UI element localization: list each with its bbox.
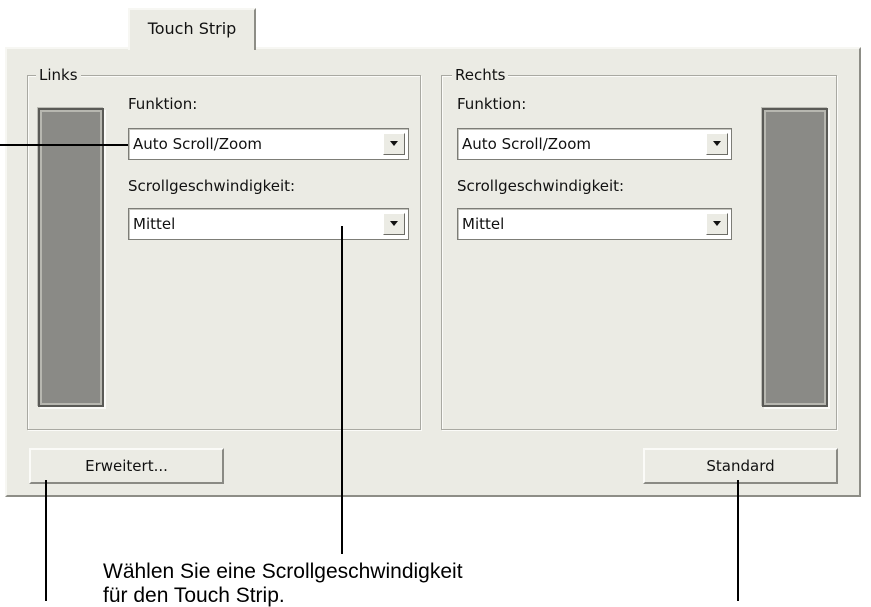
callout-line-default	[737, 480, 739, 601]
caption-line-2: für den Touch Strip.	[103, 584, 285, 607]
chevron-down-icon[interactable]	[383, 213, 405, 235]
left-speed-value: Mittel	[133, 215, 176, 233]
default-button[interactable]: Standard	[643, 448, 838, 484]
right-group-title: Rechts	[452, 66, 509, 84]
left-group-title: Links	[36, 66, 81, 84]
right-function-value: Auto Scroll/Zoom	[462, 135, 592, 153]
left-touch-strip-graphic	[38, 108, 104, 407]
left-speed-dropdown[interactable]: Mittel	[128, 208, 409, 240]
chevron-down-icon[interactable]	[706, 133, 728, 155]
right-speed-label: Scrollgeschwindigkeit:	[457, 177, 625, 195]
callout-line-speed	[341, 226, 343, 554]
left-function-dropdown[interactable]: Auto Scroll/Zoom	[128, 128, 409, 160]
left-speed-label: Scrollgeschwindigkeit:	[128, 177, 296, 195]
callout-line-advanced	[45, 480, 47, 601]
left-function-value: Auto Scroll/Zoom	[133, 135, 263, 153]
right-touch-strip-graphic	[762, 108, 828, 407]
right-function-dropdown[interactable]: Auto Scroll/Zoom	[457, 128, 732, 160]
chevron-down-icon[interactable]	[383, 133, 405, 155]
caption-line-1: Wählen Sie eine Scrollgeschwindigkeit	[103, 560, 463, 583]
right-speed-dropdown[interactable]: Mittel	[457, 208, 732, 240]
advanced-button[interactable]: Erweitert...	[29, 448, 224, 484]
callout-line-function	[0, 144, 128, 146]
right-speed-value: Mittel	[462, 215, 505, 233]
right-function-label: Funktion:	[457, 95, 527, 113]
left-function-label: Funktion:	[128, 95, 198, 113]
tab-touch-strip[interactable]: Touch Strip	[128, 8, 256, 50]
chevron-down-icon[interactable]	[706, 213, 728, 235]
